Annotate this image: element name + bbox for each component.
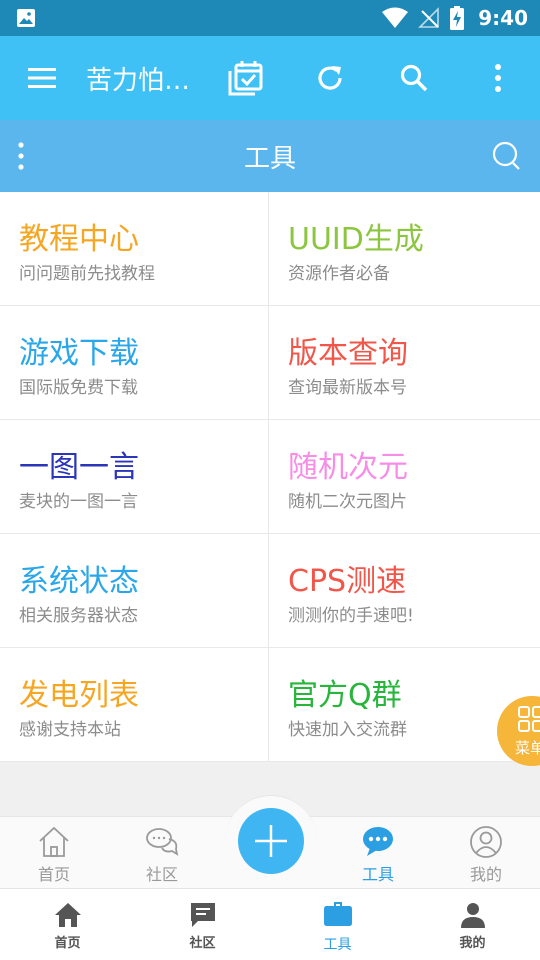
briefcase-icon <box>324 902 352 926</box>
tool-card-sponsor-list[interactable]: 发电列表 感谢支持本站 <box>0 648 269 762</box>
grid-menu-icon <box>518 706 540 732</box>
inner-tab-label: 工具 <box>361 865 394 884</box>
inner-tab-label: 首页 <box>37 865 70 884</box>
tools-header-title: 工具 <box>243 144 296 174</box>
bottom-nav-label: 社区 <box>189 936 216 951</box>
bottom-nav-home[interactable]: 首页 <box>0 889 135 960</box>
tool-card-random-anime[interactable]: 随机次元 随机二次元图片 <box>269 420 540 534</box>
tool-card-one-image-one-quote[interactable]: 一图一言 麦块的一图一言 <box>0 420 269 534</box>
hamburger-menu-icon[interactable] <box>24 62 60 94</box>
tool-card-uuid-generator[interactable]: UUID生成 资源作者必备 <box>269 192 540 306</box>
app-screen: 9:40 苦力怕… 工具 教程中心 问问题前先找教程 UUID生成 资源作者必备… <box>0 0 540 960</box>
tools-header: 工具 <box>0 120 540 297</box>
tool-card-game-download[interactable]: 游戏下载 国际版免费下载 <box>0 306 269 420</box>
more-vertical-icon <box>495 64 501 92</box>
tool-card-cps-test[interactable]: CPS测速 测测你的手速吧! <box>269 534 540 648</box>
tool-subtitle: 麦块的一图一言 <box>19 492 138 512</box>
overflow-menu-button[interactable] <box>476 56 520 100</box>
tool-title: 版本查询 <box>288 336 408 371</box>
tool-subtitle: 查询最新版本号 <box>288 378 407 398</box>
bottom-nav-label: 首页 <box>54 936 81 951</box>
tool-title: 游戏下载 <box>19 336 139 371</box>
add-button[interactable] <box>238 808 304 874</box>
tool-title: UUID生成 <box>288 222 424 257</box>
tool-title: 系统状态 <box>19 564 139 599</box>
bottom-nav-community[interactable]: 社区 <box>135 889 270 960</box>
bottom-nav-mine[interactable]: 我的 <box>405 889 540 960</box>
bottom-navigation: 首页 社区 工具 我的 <box>0 888 540 960</box>
calendar-check-button[interactable] <box>224 56 268 100</box>
tool-subtitle: 感谢支持本站 <box>19 720 121 740</box>
home-icon <box>55 903 81 927</box>
app-title: 苦力怕… <box>86 66 191 96</box>
inner-tab-home[interactable]: 首页 <box>0 817 108 889</box>
bottom-nav-label: 我的 <box>459 936 486 951</box>
tool-card-version-query[interactable]: 版本查询 查询最新版本号 <box>269 306 540 420</box>
tool-card-system-status[interactable]: 系统状态 相关服务器状态 <box>0 534 269 648</box>
chat-dots-icon <box>363 827 393 856</box>
tool-title: 发电列表 <box>19 678 139 713</box>
refresh-button[interactable] <box>308 56 352 100</box>
tools-search-icon[interactable] <box>492 140 522 172</box>
bottom-nav-tools[interactable]: 工具 <box>270 889 405 960</box>
bottom-nav-label: 工具 <box>323 937 352 953</box>
message-icon <box>191 903 215 927</box>
tool-subtitle: 测测你的手速吧! <box>288 606 414 626</box>
tool-subtitle: 快速加入交流群 <box>288 720 407 740</box>
tool-title: 一图一言 <box>19 450 139 485</box>
app-bar: 苦力怕… <box>0 36 540 120</box>
tool-title: 教程中心 <box>19 222 139 257</box>
inner-tab-tools[interactable]: 工具 <box>324 817 432 889</box>
calendar-check-icon <box>228 61 263 96</box>
tool-subtitle: 资源作者必备 <box>288 264 390 284</box>
inner-tab-community[interactable]: 社区 <box>108 817 216 889</box>
person-icon <box>461 903 485 928</box>
user-circle-icon <box>470 826 502 858</box>
tool-title: 随机次元 <box>288 450 408 485</box>
wifi-icon <box>382 7 409 28</box>
status-bar: 9:40 <box>0 0 540 36</box>
search-button[interactable] <box>392 56 436 100</box>
tool-title: 官方Q群 <box>288 678 402 713</box>
no-signal-icon <box>418 7 440 28</box>
plus-icon <box>255 825 287 857</box>
tools-grid: 教程中心 问问题前先找教程 UUID生成 资源作者必备 游戏下载 国际版免费下载… <box>0 192 540 762</box>
battery-charging-icon <box>450 6 465 30</box>
inner-tab-label: 我的 <box>469 865 502 884</box>
inner-tab-mine[interactable]: 我的 <box>432 817 540 889</box>
chat-bubbles-icon <box>146 828 179 856</box>
inner-tab-label: 社区 <box>145 865 178 884</box>
home-outline-icon <box>39 826 69 857</box>
tool-subtitle: 随机二次元图片 <box>288 492 407 512</box>
status-icons: 9:40 <box>382 0 528 36</box>
floating-menu-label: 菜单 <box>515 739 540 757</box>
tool-subtitle: 问问题前先找教程 <box>19 264 155 284</box>
refresh-icon <box>318 66 342 90</box>
tool-title: CPS测速 <box>288 564 407 599</box>
tool-subtitle: 国际版免费下载 <box>19 378 138 398</box>
status-time: 9:40 <box>478 6 528 30</box>
tool-card-tutorial-center[interactable]: 教程中心 问问题前先找教程 <box>0 192 269 306</box>
search-icon <box>400 64 428 92</box>
tool-subtitle: 相关服务器状态 <box>19 606 138 626</box>
image-notification-icon <box>17 9 35 27</box>
